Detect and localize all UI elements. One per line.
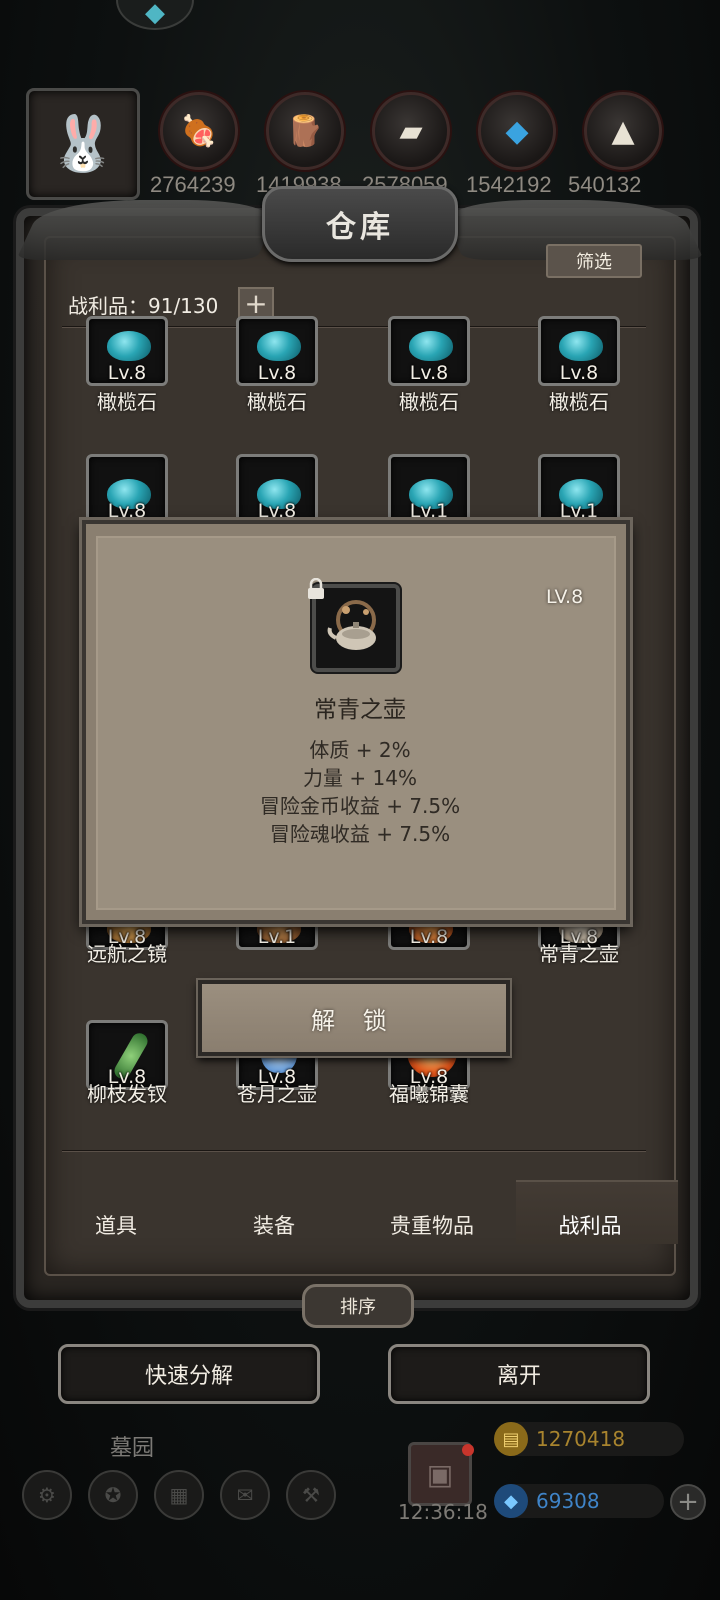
- meat-resource-icon: 🍖: [160, 92, 238, 170]
- olivine-icon: [409, 331, 453, 361]
- stat-line: 力量 + 14%: [303, 766, 417, 790]
- resource-value-1: 2764239: [150, 172, 236, 197]
- lock-icon: [306, 577, 326, 600]
- gem-icon: ◆: [494, 1484, 528, 1518]
- item-level: Lv.8: [409, 362, 449, 384]
- location-label: 墓园: [110, 1436, 155, 1461]
- item-slot[interactable]: Lv.8 橄榄石: [388, 316, 470, 418]
- bag-icon[interactable]: ⚒: [286, 1470, 336, 1520]
- title-plate: 仓库: [262, 186, 458, 262]
- divider: [62, 1150, 646, 1152]
- item-level: Lv.8: [409, 926, 449, 948]
- item-level: Lv.8: [107, 500, 147, 522]
- item-slot[interactable]: Lv.8 橄榄石: [236, 316, 318, 418]
- item-name: 苍月之壶: [237, 1082, 317, 1106]
- crystal-resource-icon: ◆: [478, 92, 556, 170]
- olivine-icon: [107, 331, 151, 361]
- item-name: 橄榄石: [247, 390, 307, 414]
- stone-resource-icon: ▲: [584, 92, 662, 170]
- item-name: 福曦锦囊: [389, 1082, 469, 1106]
- item-slot[interactable]: Lv.8 橄榄石: [538, 316, 620, 418]
- iron-resource-icon: ▰: [372, 92, 450, 170]
- popup-item-name: 常青之壶: [314, 697, 406, 723]
- rabbit-avatar-icon: 🐰: [49, 112, 117, 175]
- tab-items[interactable]: 道具: [46, 1210, 186, 1240]
- item-name: 橄榄石: [399, 390, 459, 414]
- settings-icon[interactable]: ⚙: [22, 1470, 72, 1520]
- item-level: Lv.1: [409, 500, 449, 522]
- item-level: Lv.8: [559, 362, 599, 384]
- popup-item-level: LV.8: [546, 586, 584, 608]
- gem-currency: ◆ 69308: [494, 1484, 664, 1518]
- item-level: Lv.1: [257, 926, 297, 948]
- leave-button[interactable]: 离开: [388, 1344, 650, 1404]
- resource-value-5: 540132: [568, 172, 642, 197]
- popup-stats: 体质 + 2% 力量 + 14% 冒险金币收益 + 7.5% 冒险魂收益 + 7…: [160, 736, 560, 848]
- tab-loot[interactable]: 战利品: [520, 1210, 660, 1240]
- quick-decompose-button[interactable]: 快速分解: [58, 1344, 320, 1404]
- gold-currency: ▤ 1270418: [494, 1422, 684, 1456]
- gold-value: 1270418: [536, 1427, 626, 1451]
- olivine-icon: [559, 331, 603, 361]
- item-level: Lv.8: [107, 362, 147, 384]
- item-name: 橄榄石: [97, 390, 157, 414]
- item-name: 常青之壶: [539, 942, 619, 966]
- player-avatar[interactable]: 🐰: [26, 88, 140, 200]
- item-level: Lv.8: [257, 362, 297, 384]
- item-slot[interactable]: Lv.8 柳枝发钗: [86, 1020, 168, 1110]
- resource-value-4: 1542192: [466, 172, 552, 197]
- add-currency-button[interactable]: +: [670, 1484, 706, 1520]
- unlock-button[interactable]: 解 锁: [198, 980, 510, 1056]
- item-level: Lv.8: [257, 500, 297, 522]
- stat-line: 冒险魂收益 + 7.5%: [269, 822, 451, 846]
- stat-line: 体质 + 2%: [309, 738, 411, 762]
- page-title: 仓库: [326, 210, 394, 245]
- notification-dot: [462, 1444, 474, 1456]
- loot-capacity: 战利品：91/130: [68, 294, 219, 318]
- clock: 12:36:18: [398, 1500, 488, 1524]
- item-name: 柳枝发钗: [87, 1082, 167, 1106]
- gold-icon: ▤: [494, 1422, 528, 1456]
- tab-equipment[interactable]: 装备: [204, 1210, 344, 1240]
- item-level: Lv.1: [559, 500, 599, 522]
- item-name: 橄榄石: [549, 390, 609, 414]
- menu-icon[interactable]: ▦: [154, 1470, 204, 1520]
- gem-value: 69308: [536, 1489, 600, 1513]
- stat-line: 冒险金币收益 + 7.5%: [259, 794, 461, 818]
- wood-resource-icon: 🪵: [266, 92, 344, 170]
- olivine-icon: [257, 331, 301, 361]
- item-name: 远航之镜: [87, 942, 167, 966]
- mail-icon[interactable]: ✉: [220, 1470, 270, 1520]
- filter-button[interactable]: 筛选: [546, 244, 642, 278]
- item-slot[interactable]: Lv.8 橄榄石: [86, 316, 168, 418]
- sort-button[interactable]: 排序: [302, 1284, 414, 1328]
- tab-valuables[interactable]: 贵重物品: [362, 1210, 502, 1240]
- badge-icon[interactable]: ✪: [88, 1470, 138, 1520]
